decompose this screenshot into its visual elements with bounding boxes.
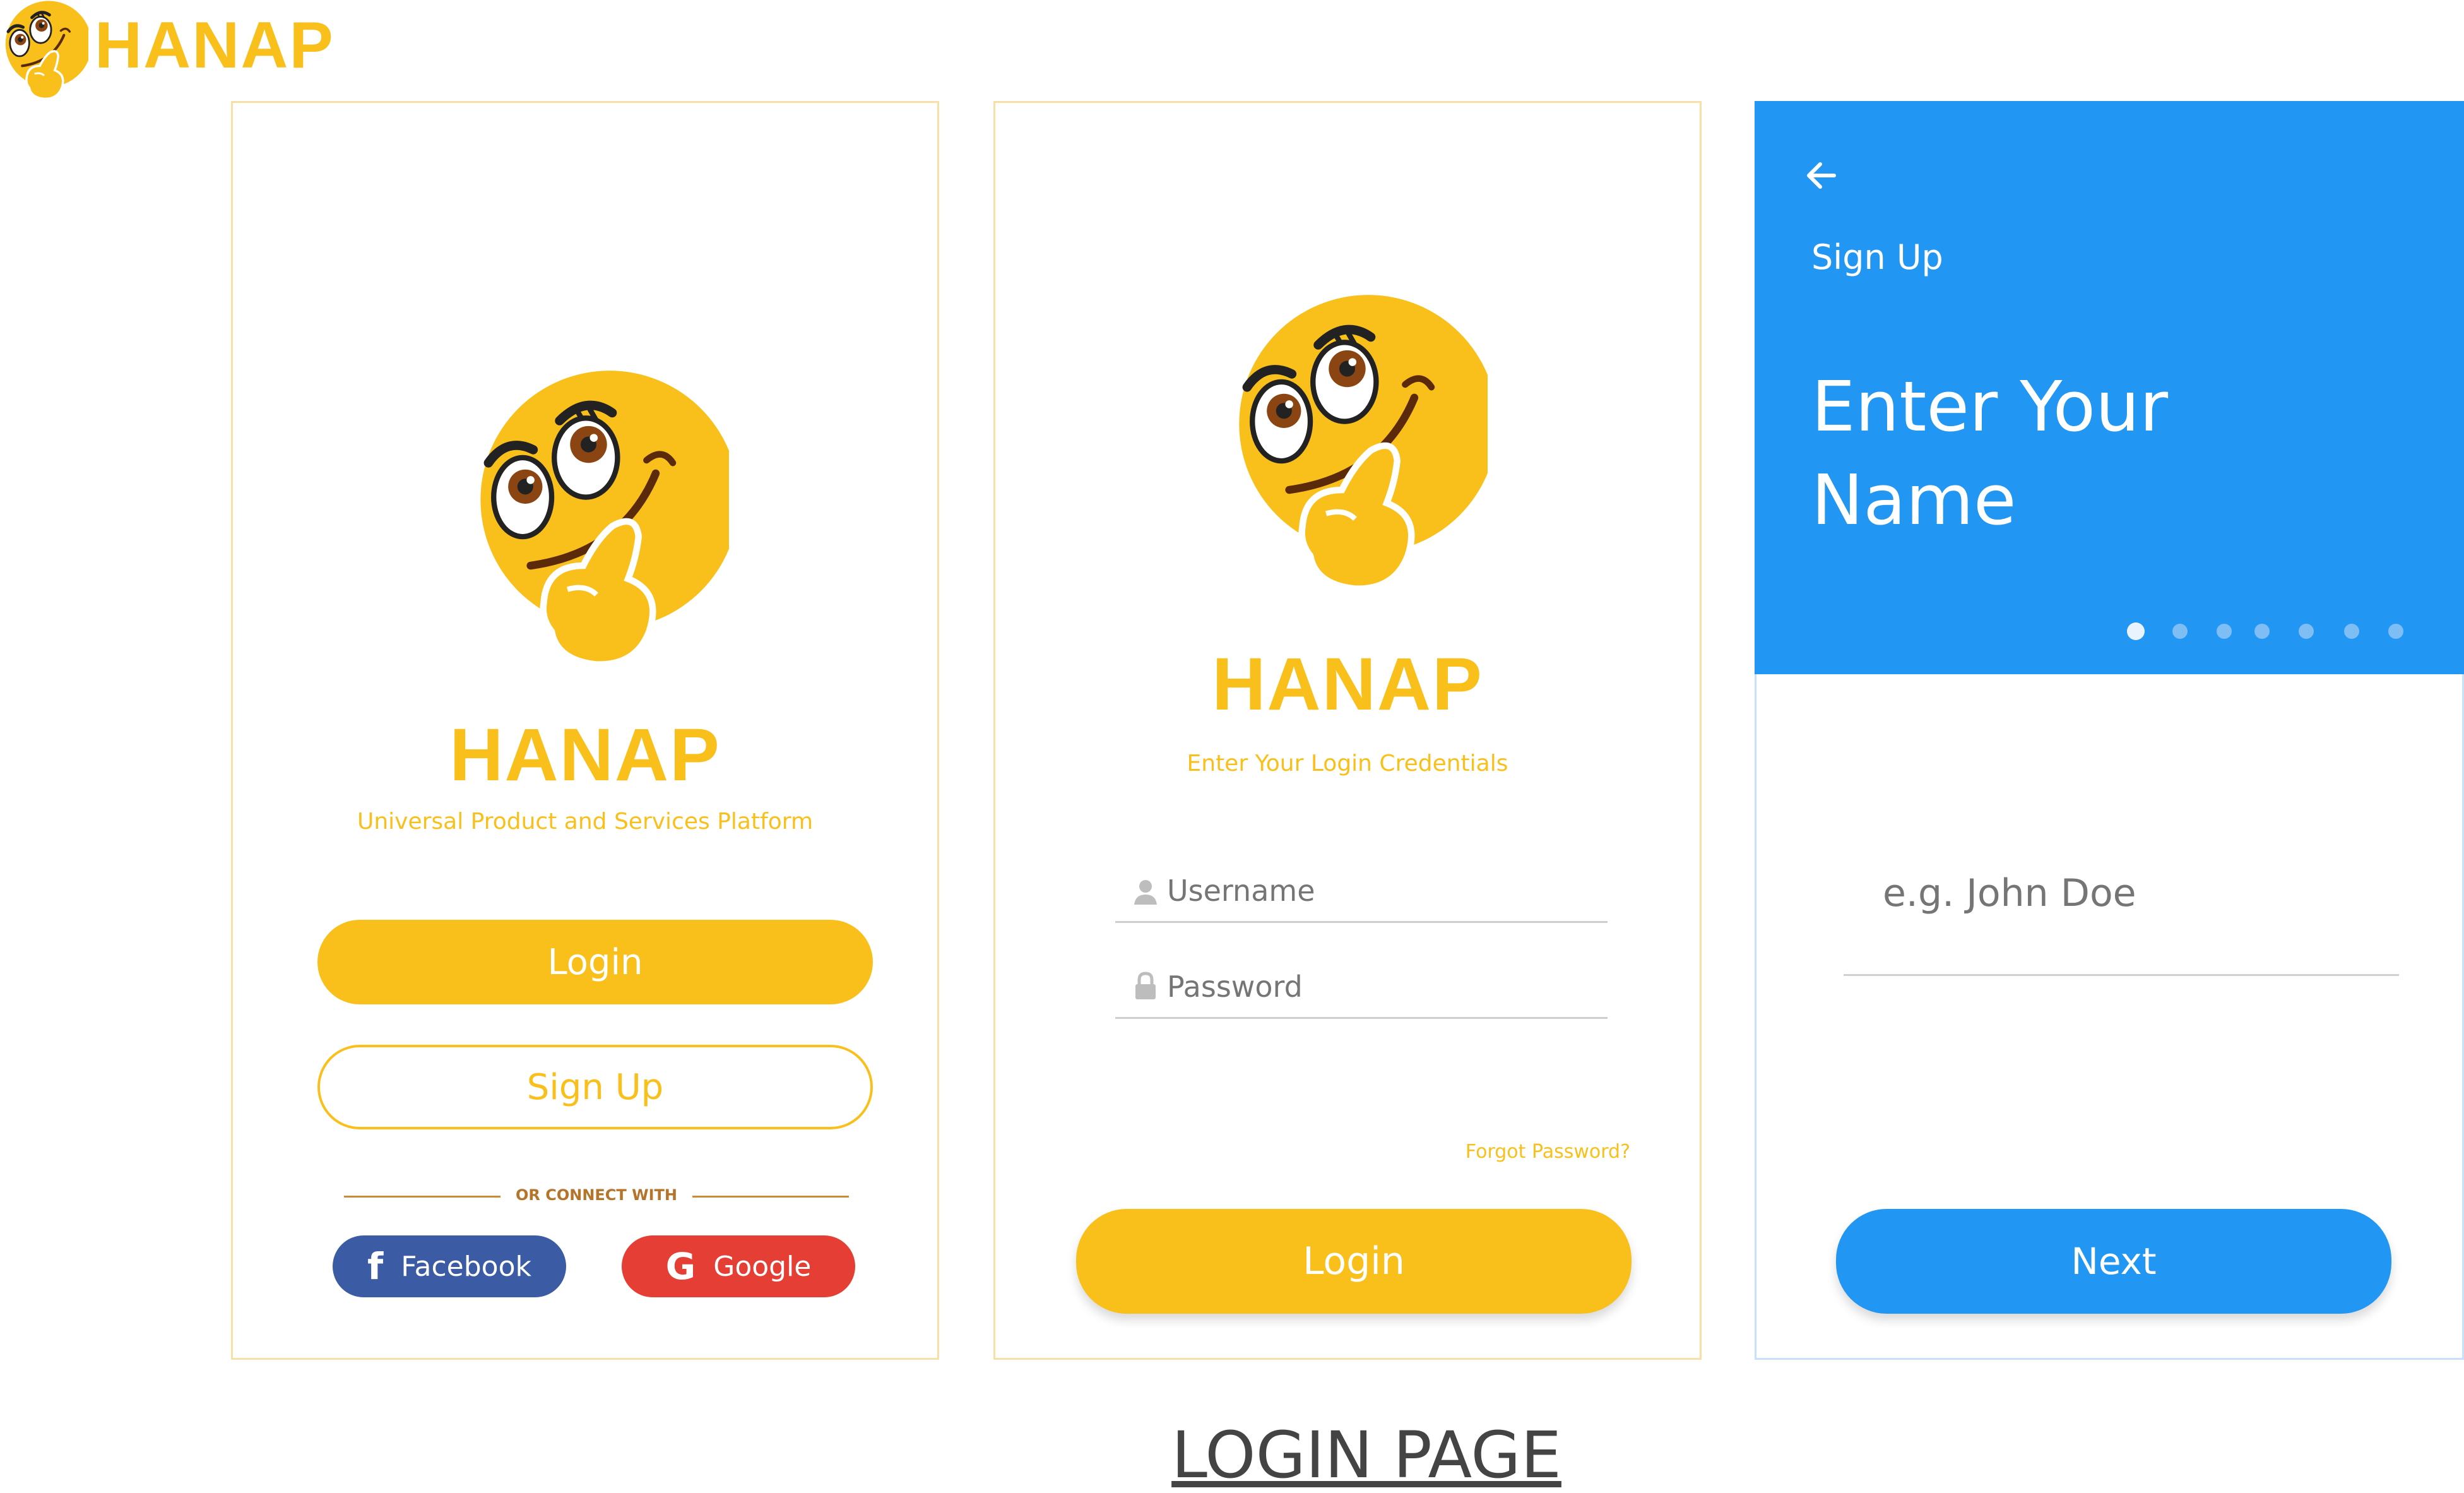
step-dot — [2344, 624, 2359, 639]
page-caption: LOGIN PAGE — [1171, 1418, 1561, 1493]
step-dot — [2172, 624, 2188, 639]
step-dot — [2217, 624, 2232, 639]
username-underline — [1115, 921, 1608, 923]
step-dot — [2388, 624, 2403, 639]
header-logo: HANAP — [0, 0, 333, 107]
signup-heading-line2: Name — [1811, 460, 2017, 540]
step-indicator — [2127, 617, 2443, 643]
login-button[interactable]: Login — [317, 920, 873, 1004]
name-input[interactable] — [1881, 864, 2402, 922]
user-icon — [1133, 878, 1158, 906]
signup-title: Sign Up — [1811, 237, 1943, 277]
username-input[interactable] — [1166, 869, 1597, 912]
welcome-tagline: Universal Product and Services Platform — [357, 809, 814, 835]
next-button[interactable]: Next — [1836, 1209, 2391, 1314]
signup-heading-line1: Enter Your — [1811, 366, 2169, 447]
step-dot — [2299, 624, 2314, 639]
signup-header: Sign Up Enter Your Name — [1755, 101, 2464, 674]
password-input[interactable] — [1166, 965, 1597, 1008]
divider-text: OR CONNECT WITH — [515, 1186, 678, 1204]
thinking-emoji-icon — [464, 368, 729, 671]
username-field[interactable] — [1115, 860, 1608, 924]
thinking-emoji-icon — [1223, 292, 1488, 595]
facebook-button[interactable]: f Facebook — [333, 1235, 566, 1297]
facebook-label: Facebook — [401, 1250, 531, 1283]
signup-screen: Sign Up Enter Your Name Next — [1755, 101, 2464, 1360]
login-subtitle: Enter Your Login Credentials — [1187, 751, 1508, 776]
divider-right — [692, 1196, 849, 1198]
thinking-emoji-icon — [0, 0, 88, 101]
step-dot — [2254, 624, 2270, 639]
login-submit-button[interactable]: Login — [1076, 1209, 1632, 1314]
header-brand: HANAP — [95, 9, 335, 82]
step-dot — [2127, 622, 2145, 640]
password-field[interactable] — [1115, 956, 1608, 1020]
google-icon: G — [665, 1245, 696, 1288]
google-button[interactable]: G Google — [622, 1235, 855, 1297]
lock-icon — [1134, 972, 1157, 1001]
welcome-screen: HANAP Universal Product and Services Pla… — [231, 101, 939, 1360]
password-underline — [1115, 1017, 1608, 1019]
google-label: Google — [713, 1250, 812, 1283]
facebook-icon: f — [367, 1245, 384, 1288]
name-underline — [1844, 974, 2399, 976]
login-screen: HANAP Enter Your Login Credentials Forgo… — [993, 101, 1702, 1360]
signup-button[interactable]: Sign Up — [317, 1045, 873, 1129]
divider-left — [344, 1196, 500, 1198]
back-arrow-icon[interactable] — [1803, 157, 1840, 194]
forgot-password-link[interactable]: Forgot Password? — [1466, 1141, 1630, 1163]
welcome-brand: HANAP — [449, 713, 721, 797]
login-brand: HANAP — [1212, 643, 1483, 726]
